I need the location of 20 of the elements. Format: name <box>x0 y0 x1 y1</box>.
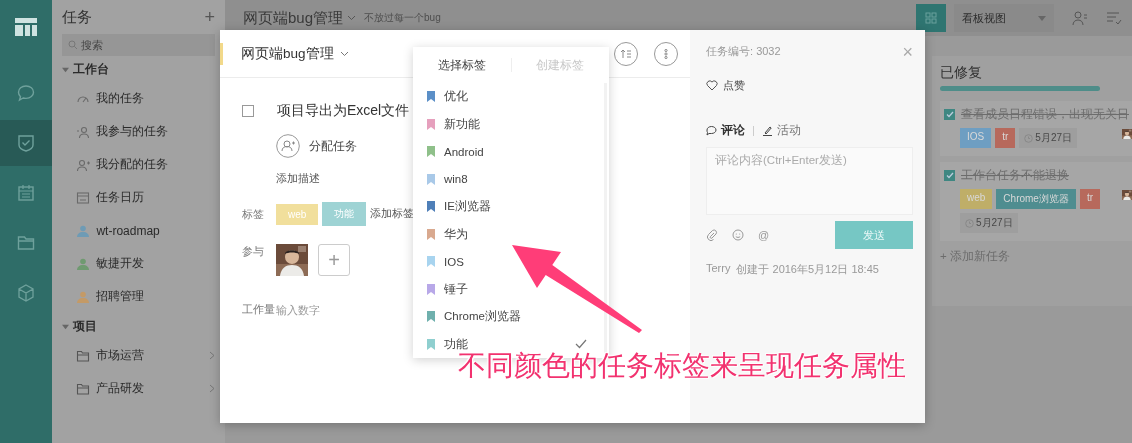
due-date: 5月27日 <box>960 213 1018 233</box>
created-date: 创建于 2016年5月12日 18:45 <box>736 262 879 277</box>
field-label: 参与 <box>242 244 265 259</box>
task-title: 查看成员日程错误，出现无关日 <box>961 107 1129 122</box>
field-label: 标签 <box>242 206 265 222</box>
group-label: 项目 <box>73 317 98 335</box>
task-tag: web <box>960 189 993 209</box>
task-tag: Chrome浏览器 <box>996 189 1076 209</box>
task-tag: IOS <box>960 128 992 148</box>
task-tag: tr <box>995 128 1016 148</box>
annotation-text: 不同颜色的任务标签来呈现任务属性 <box>458 350 906 383</box>
sidebar-title: 任务 <box>62 7 93 27</box>
author-name: Terry <box>706 262 731 276</box>
group-label: 工作台 <box>73 60 110 78</box>
task-title: 工作台任务不能退换 <box>961 168 1069 183</box>
task-number: 任务编号: 3032 <box>706 44 781 59</box>
field-label: 工作量 <box>242 302 276 317</box>
task-tag: tr <box>1079 189 1101 209</box>
due-date: 5月27日 <box>1019 128 1078 148</box>
column-title: 已修复 <box>940 64 983 82</box>
